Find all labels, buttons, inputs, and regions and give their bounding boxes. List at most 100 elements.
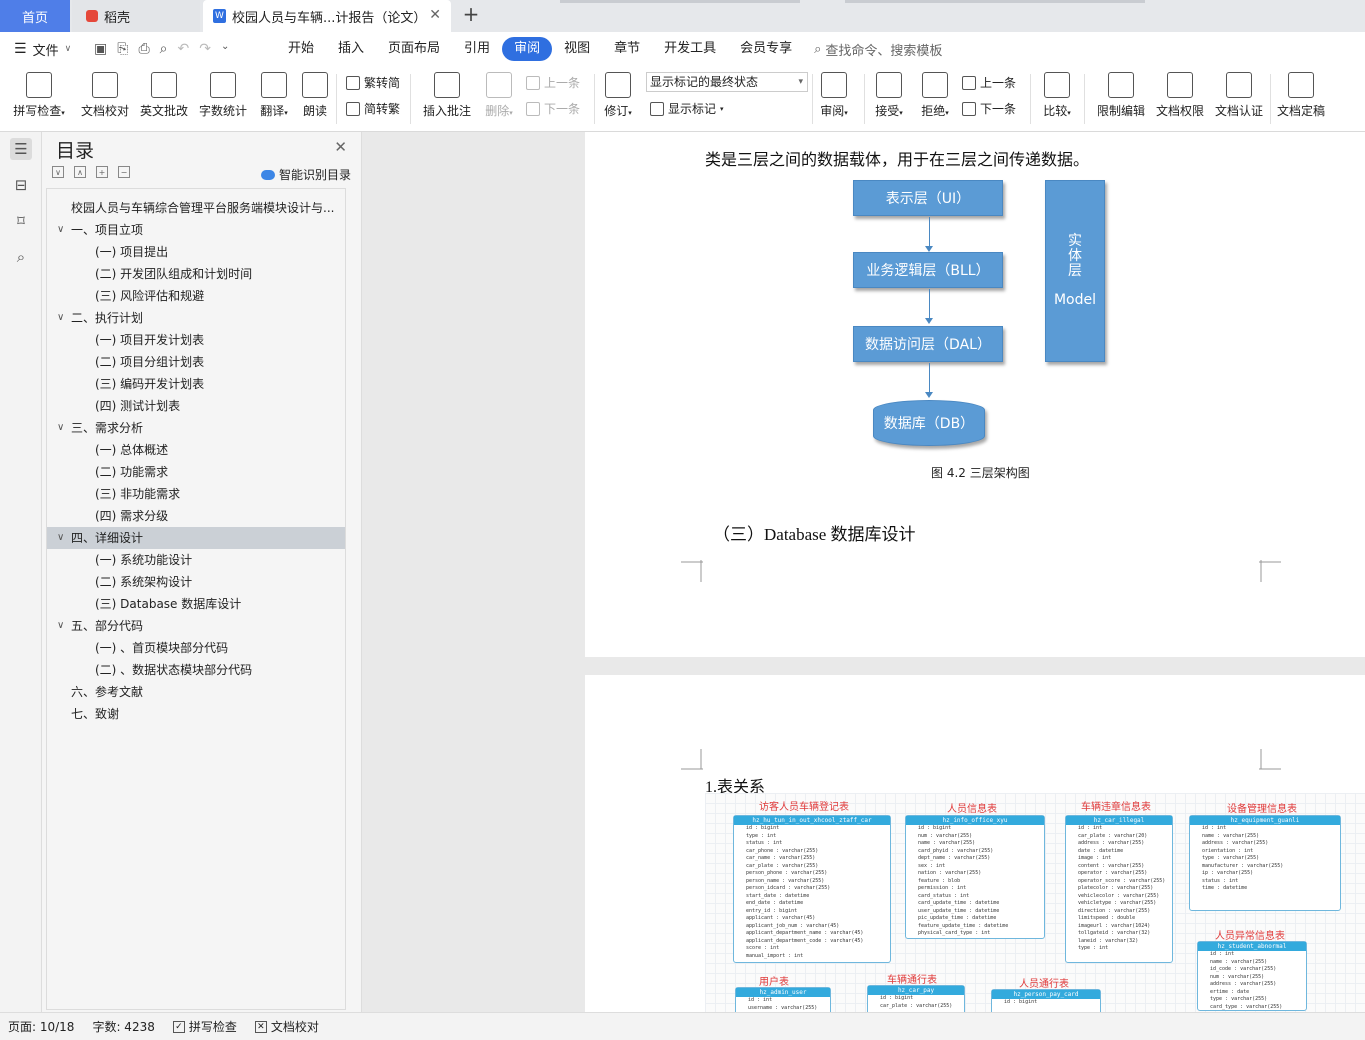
trad-to-simp-button[interactable]: 繁转简 bbox=[346, 74, 400, 91]
print-preview-icon[interactable]: ⌕ bbox=[160, 41, 168, 57]
chevron-down-icon[interactable]: ∨ bbox=[57, 417, 64, 439]
toc-item[interactable]: (四) 需求分级 bbox=[47, 505, 345, 527]
close-icon[interactable]: ✕ bbox=[429, 7, 441, 23]
tab-daoke[interactable]: 稻壳 bbox=[72, 0, 200, 32]
toc-panel-icon[interactable]: ☰ bbox=[10, 138, 32, 160]
chevron-down-icon[interactable]: ∨ bbox=[57, 307, 64, 329]
chevron-down-icon[interactable]: ∨ bbox=[57, 527, 64, 549]
toc-item[interactable]: (二) 项目分组计划表 bbox=[47, 351, 345, 373]
delete-comment-button[interactable]: 删除▾ bbox=[480, 72, 518, 119]
er-column: car_plate : varchar(255) bbox=[746, 862, 819, 869]
toc-item[interactable]: ∨ 四、详细设计 bbox=[47, 527, 345, 549]
doc-proof-button[interactable]: 文档校对 bbox=[78, 72, 132, 119]
save-icon[interactable]: ▣ bbox=[94, 41, 107, 57]
collapse-all-icon[interactable]: ∧ bbox=[74, 166, 86, 178]
redo-icon[interactable]: ↷ bbox=[199, 41, 211, 57]
word-count[interactable]: 字数: 4238 bbox=[92, 1018, 154, 1035]
tab-home[interactable]: 首页 bbox=[0, 0, 70, 32]
toc-item[interactable]: (三) 编码开发计划表 bbox=[47, 373, 345, 395]
toc-item[interactable]: (一) 项目提出 bbox=[47, 241, 345, 263]
add-tab-button[interactable]: + bbox=[460, 4, 482, 26]
menu-tab[interactable]: 会员专享 bbox=[728, 37, 804, 61]
simp-to-trad-button[interactable]: 简转繁 bbox=[346, 100, 400, 117]
toc-item[interactable]: (二) 系统架构设计 bbox=[47, 571, 345, 593]
toc-item[interactable]: ∨ 五、部分代码 bbox=[47, 615, 345, 637]
chevron-down-icon[interactable]: ∨ bbox=[57, 219, 64, 241]
next-change-button[interactable]: 下一条 bbox=[962, 100, 1016, 117]
track-changes-button[interactable]: 修订▾ bbox=[600, 72, 636, 119]
more-icon[interactable]: ⌄ bbox=[221, 41, 229, 57]
read-aloud-button[interactable]: 朗读 bbox=[300, 72, 330, 119]
er-table-rows: id : int name : varchar(255) id_code : var… bbox=[1198, 951, 1306, 1011]
divider bbox=[410, 74, 411, 124]
toc-item[interactable]: (二) 、数据状态模块部分代码 bbox=[47, 659, 345, 681]
bookmark-icon[interactable]: ⌑ bbox=[10, 210, 32, 232]
menu-tab[interactable]: 视图 bbox=[552, 37, 602, 61]
search-icon[interactable]: ⌕ bbox=[10, 246, 32, 268]
toc-item[interactable]: (三) Database 数据库设计 bbox=[47, 593, 345, 615]
toc-item[interactable]: (一) 、首页模块部分代码 bbox=[47, 637, 345, 659]
next-comment-button[interactable]: 下一条 bbox=[526, 100, 580, 117]
restrict-edit-button[interactable]: 限制编辑 bbox=[1094, 72, 1148, 119]
remove-heading-icon[interactable]: − bbox=[118, 166, 130, 178]
toc-item[interactable]: (二) 开发团队组成和计划时间 bbox=[47, 263, 345, 285]
chevron-down-icon[interactable]: ∨ bbox=[57, 615, 64, 637]
doc-auth-button[interactable]: 文档认证 bbox=[1212, 72, 1266, 119]
ai-toc-button[interactable]: 智能识别目录 bbox=[260, 166, 351, 183]
accept-button[interactable]: 接受▾ bbox=[870, 72, 908, 119]
command-search[interactable]: ⌕ 查找命令、搜索模板 bbox=[814, 40, 942, 59]
toc-item-label: (三) 非功能需求 bbox=[95, 487, 181, 501]
close-icon[interactable]: ✕ bbox=[334, 138, 347, 156]
add-heading-icon[interactable]: + bbox=[96, 166, 108, 178]
prev-comment-button[interactable]: 上一条 bbox=[526, 74, 580, 91]
show-markup-button[interactable]: 显示标记 ▾ bbox=[650, 100, 724, 117]
toc-item[interactable]: (三) 风险评估和规避 bbox=[47, 285, 345, 307]
toc-item[interactable]: (三) 非功能需求 bbox=[47, 483, 345, 505]
menu-tab[interactable]: 章节 bbox=[602, 37, 652, 61]
er-table-name: hz_info_office_xyu bbox=[906, 816, 1044, 825]
toc-item[interactable]: ∨ 三、需求分析 bbox=[47, 417, 345, 439]
menu-tab[interactable]: 开始 bbox=[276, 37, 326, 61]
doc-finalize-button[interactable]: 文档定稿 bbox=[1274, 72, 1328, 119]
prev-change-button[interactable]: 上一条 bbox=[962, 74, 1016, 91]
toc-item[interactable]: ∨ 二、执行计划 bbox=[47, 307, 345, 329]
page-indicator[interactable]: 页面: 10/18 bbox=[8, 1018, 74, 1035]
ribbon-tabs: 开始 插入 页面布局 引用 审阅 视图 章节 开发工具 会员专享 bbox=[276, 37, 804, 61]
menu-tab[interactable]: 审阅 bbox=[502, 37, 553, 61]
menu-tab[interactable]: 引用 bbox=[452, 37, 502, 61]
spell-check-button[interactable]: 拼写检查▾ bbox=[10, 72, 68, 119]
toc-item[interactable]: 六、参考文献 bbox=[47, 681, 345, 703]
menu-tab[interactable]: 插入 bbox=[326, 37, 376, 61]
markup-state-select[interactable]: 显示标记的最终状态 ▾ bbox=[646, 72, 808, 92]
compare-button[interactable]: 比较▾ bbox=[1038, 72, 1076, 119]
toc-item[interactable]: (一) 总体概述 bbox=[47, 439, 345, 461]
review-pane-button[interactable]: 审阅▾ bbox=[816, 72, 852, 119]
undo-icon[interactable]: ↶ bbox=[177, 41, 189, 57]
toc-item[interactable]: 七、致谢 bbox=[47, 703, 345, 725]
file-menu[interactable]: ☰ 文件 ∨ bbox=[0, 40, 86, 59]
next-change-icon bbox=[962, 101, 976, 116]
outline-icon[interactable]: ⊟ bbox=[10, 174, 32, 196]
spell-check-toggle[interactable]: ✓ 拼写检查 bbox=[172, 1018, 237, 1035]
toc-item[interactable]: (一) 系统功能设计 bbox=[47, 549, 345, 571]
tab-document[interactable]: W 校园人员与车辆...计报告（论文） ✕ bbox=[203, 0, 451, 32]
toc-item[interactable]: 校园人员与车辆综合管理平台服务端模块设计与... bbox=[47, 197, 345, 219]
toc-item[interactable]: ∨ 一、项目立项 bbox=[47, 219, 345, 241]
toc-item[interactable]: (二) 功能需求 bbox=[47, 461, 345, 483]
export-icon[interactable]: ⎘ bbox=[117, 41, 128, 57]
toc-item[interactable]: (四) 测试计划表 bbox=[47, 395, 345, 417]
tab-bar: 首页 稻壳 W 校园人员与车辆...计报告（论文） ✕ + bbox=[0, 0, 1365, 32]
toc-item[interactable]: (一) 项目开发计划表 bbox=[47, 329, 345, 351]
reject-button[interactable]: 拒绝▾ bbox=[916, 72, 954, 119]
en-review-button[interactable]: 英文批改 bbox=[138, 72, 190, 119]
expand-all-icon[interactable]: ∨ bbox=[52, 166, 64, 178]
print-icon[interactable]: ⎙ bbox=[138, 41, 149, 57]
insert-comment-button[interactable]: 插入批注 bbox=[420, 72, 474, 119]
er-column: end_date : datetime bbox=[746, 900, 804, 906]
menu-tab[interactable]: 页面布局 bbox=[376, 37, 452, 61]
translate-button[interactable]: 翻译▾ bbox=[256, 72, 292, 119]
proof-toggle[interactable]: ✕ 文档校对 bbox=[254, 1018, 319, 1035]
doc-permission-button[interactable]: 文档权限 bbox=[1154, 72, 1206, 119]
word-count-button[interactable]: 字数统计 bbox=[196, 72, 250, 119]
menu-tab[interactable]: 开发工具 bbox=[652, 37, 728, 61]
